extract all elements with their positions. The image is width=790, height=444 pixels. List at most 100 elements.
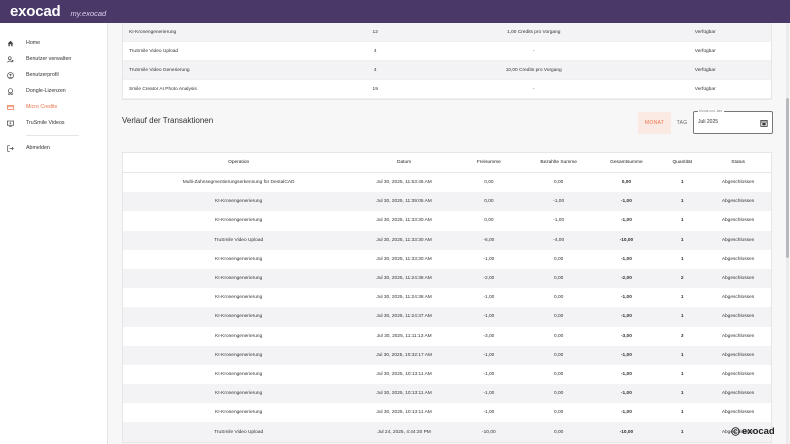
product-status: Verfügbar (694, 29, 716, 35)
cell-total: -10,00 (619, 429, 634, 435)
cell-total: -1,00 (620, 218, 632, 224)
cell-status: Abgeschlossen (721, 199, 755, 205)
product-name: KI-Kronengenerierung (129, 29, 177, 35)
cell-status: Abgeschlossen (721, 352, 755, 358)
cell-date: Jul 30, 2025, 11:24:38 AM (376, 276, 432, 282)
cell-operation: KI-Kronengenerierung (215, 391, 263, 397)
table-row: TruSmile Video Generierung 4 10,00 Credi… (123, 61, 771, 80)
sidebar-item-dongle-licenses[interactable]: Dongle-Lizenzen (0, 83, 107, 99)
product-name: TruSmile Video Upload (129, 48, 179, 54)
user-profile-icon (6, 71, 14, 79)
cell-status: Abgeschlossen (721, 180, 755, 186)
table-row: KI-Kronengenerierung Jul 30, 2025, 10:13:… (123, 365, 771, 384)
watermark-text: exocad (742, 426, 775, 437)
column-header-total[interactable]: Gesamtsumme (594, 160, 660, 165)
cell-operation: KI-Kronengenerierung (215, 410, 263, 416)
cell-free-sum: -1,00 (483, 410, 495, 416)
cell-paid-sum: -1,00 (553, 199, 565, 205)
cell-operation: Multi-Zahnsegmentierungserkennung für De… (182, 180, 295, 186)
cell-total: -3,00 (620, 333, 632, 339)
cell-free-sum: -1,00 (483, 371, 495, 377)
toggle-month-button[interactable]: MONAT (638, 112, 671, 134)
table-row: TruSmile Video Upload 4 - Verfügbar (123, 42, 771, 61)
cell-quantity: 1 (680, 314, 684, 320)
cell-paid-sum: 0,00 (553, 333, 564, 339)
sidebar: Home Benutzer verwalten Benutzerprofil D… (0, 23, 108, 444)
product-price: - (532, 86, 535, 92)
scrollbar[interactable] (786, 23, 789, 444)
cell-operation: KI-Kronengenerierung (215, 199, 263, 205)
cell-quantity: 2 (680, 276, 684, 282)
month-year-label: Monat und Jahr (698, 109, 724, 113)
cell-total: -1,00 (620, 314, 632, 320)
table-row: KI-Kronengenerierung Jul 30, 2025, 10:32:… (123, 345, 771, 365)
sidebar-item-label: Dongle-Lizenzen (26, 88, 66, 94)
cell-date: Jul 30, 2025, 10:13:11 AM (376, 391, 432, 397)
product-quantity: 19 (372, 86, 378, 92)
cell-quantity: 1 (680, 218, 684, 224)
cell-paid-sum: 0,00 (553, 256, 564, 262)
column-header-paid-sum[interactable]: Bezahlte Summe (524, 160, 594, 165)
cell-paid-sum: 0,00 (553, 295, 564, 301)
sidebar-item-logout[interactable]: Abmelden (0, 140, 107, 156)
sidebar-item-user-profile[interactable]: Benutzerprofil (0, 67, 107, 83)
cell-operation: KI-Kronengenerierung (215, 371, 263, 377)
month-year-input[interactable] (698, 119, 754, 125)
cell-quantity: 1 (680, 180, 684, 186)
table-row: KI-Kronengenerierung 12 1,00 Credits pro… (123, 23, 771, 42)
product-quantity: 4 (373, 67, 377, 73)
cell-quantity: 1 (680, 429, 684, 435)
watermark: exocad (731, 426, 775, 437)
table-row: KI-Kronengenerierung Jul 30, 2025, 11:24:… (123, 268, 771, 289)
cell-free-sum: -1,00 (483, 295, 495, 301)
logout-icon (6, 144, 14, 152)
cell-paid-sum: 0,00 (553, 276, 564, 282)
sidebar-item-micro-credits[interactable]: Micro Credits (0, 99, 107, 115)
cell-quantity: 1 (680, 410, 684, 416)
cell-free-sum: -3,00 (483, 333, 495, 339)
cell-operation: KI-Kronengenerierung (215, 256, 263, 262)
cell-date: Jul 30, 2025, 11:33:30 AM (376, 256, 432, 262)
table-row: TruSmile Video Upload Jul 30, 2025, 11:33… (123, 230, 771, 250)
sidebar-item-home[interactable]: Home (0, 35, 107, 51)
product-status: Verfügbar (694, 67, 716, 73)
scrollbar-thumb[interactable] (786, 98, 789, 258)
cell-free-sum: 0,00 (484, 180, 494, 186)
section-title: Verlauf der Transaktionen (122, 116, 214, 125)
cell-free-sum: -1,00 (483, 352, 495, 358)
cell-date: Jul 24, 2025, 4:44:30 PM (377, 429, 431, 435)
sidebar-divider (26, 135, 79, 136)
cell-quantity: 1 (680, 256, 684, 262)
cell-date: Jul 30, 2025, 11:39:05 AM (376, 199, 432, 205)
column-header-quantity[interactable]: Quantität (659, 160, 705, 165)
cell-operation: KI-Kronengenerierung (215, 276, 263, 282)
sidebar-item-label: Home (26, 40, 41, 46)
cell-free-sum: -10,00 (482, 429, 496, 435)
table-row: KI-Kronengenerierung Jul 30, 2025, 11:39:… (123, 192, 771, 212)
cell-status: Abgeschlossen (721, 237, 755, 243)
toggle-day-button[interactable]: TAG (671, 112, 693, 134)
cell-status: Abgeschlossen (721, 314, 755, 320)
cell-total: -1,00 (620, 199, 632, 205)
top-bar: exocad my.exocad (0, 0, 790, 23)
app-logo[interactable]: exocad (10, 3, 61, 20)
cell-status: Abgeschlossen (721, 391, 755, 397)
table-row: KI-Kronengenerierung Jul 30, 2025, 11:11:… (123, 327, 771, 346)
column-header-status[interactable]: Status (705, 160, 771, 165)
cell-status: Abgeschlossen (721, 276, 755, 282)
sidebar-item-trusmile-videos[interactable]: TruSmile Videos (0, 115, 107, 131)
column-header-operation[interactable]: Operation (123, 160, 354, 165)
column-header-date[interactable]: Datum (354, 160, 454, 165)
sidebar-item-label: Micro Credits (26, 104, 58, 110)
sidebar-item-manage-users[interactable]: Benutzer verwalten (0, 51, 107, 67)
cell-date: Jul 30, 2025, 11:24:37 AM (376, 314, 432, 320)
calendar-icon[interactable] (760, 119, 768, 127)
sidebar-item-label: TruSmile Videos (26, 120, 65, 126)
month-year-field: Monat und Jahr (693, 109, 773, 134)
cell-operation: KI-Kronengenerierung (215, 218, 263, 224)
table-row: KI-Kronengenerierung Jul 30, 2025, 11:33:… (123, 250, 771, 269)
table-row: KI-Kronengenerierung Jul 30, 2025, 11:24:… (123, 307, 771, 327)
column-header-free-sum[interactable]: Freisumme (454, 160, 524, 165)
cell-operation: KI-Kronengenerierung (215, 333, 263, 339)
app-sublogo: my.exocad (70, 8, 107, 18)
